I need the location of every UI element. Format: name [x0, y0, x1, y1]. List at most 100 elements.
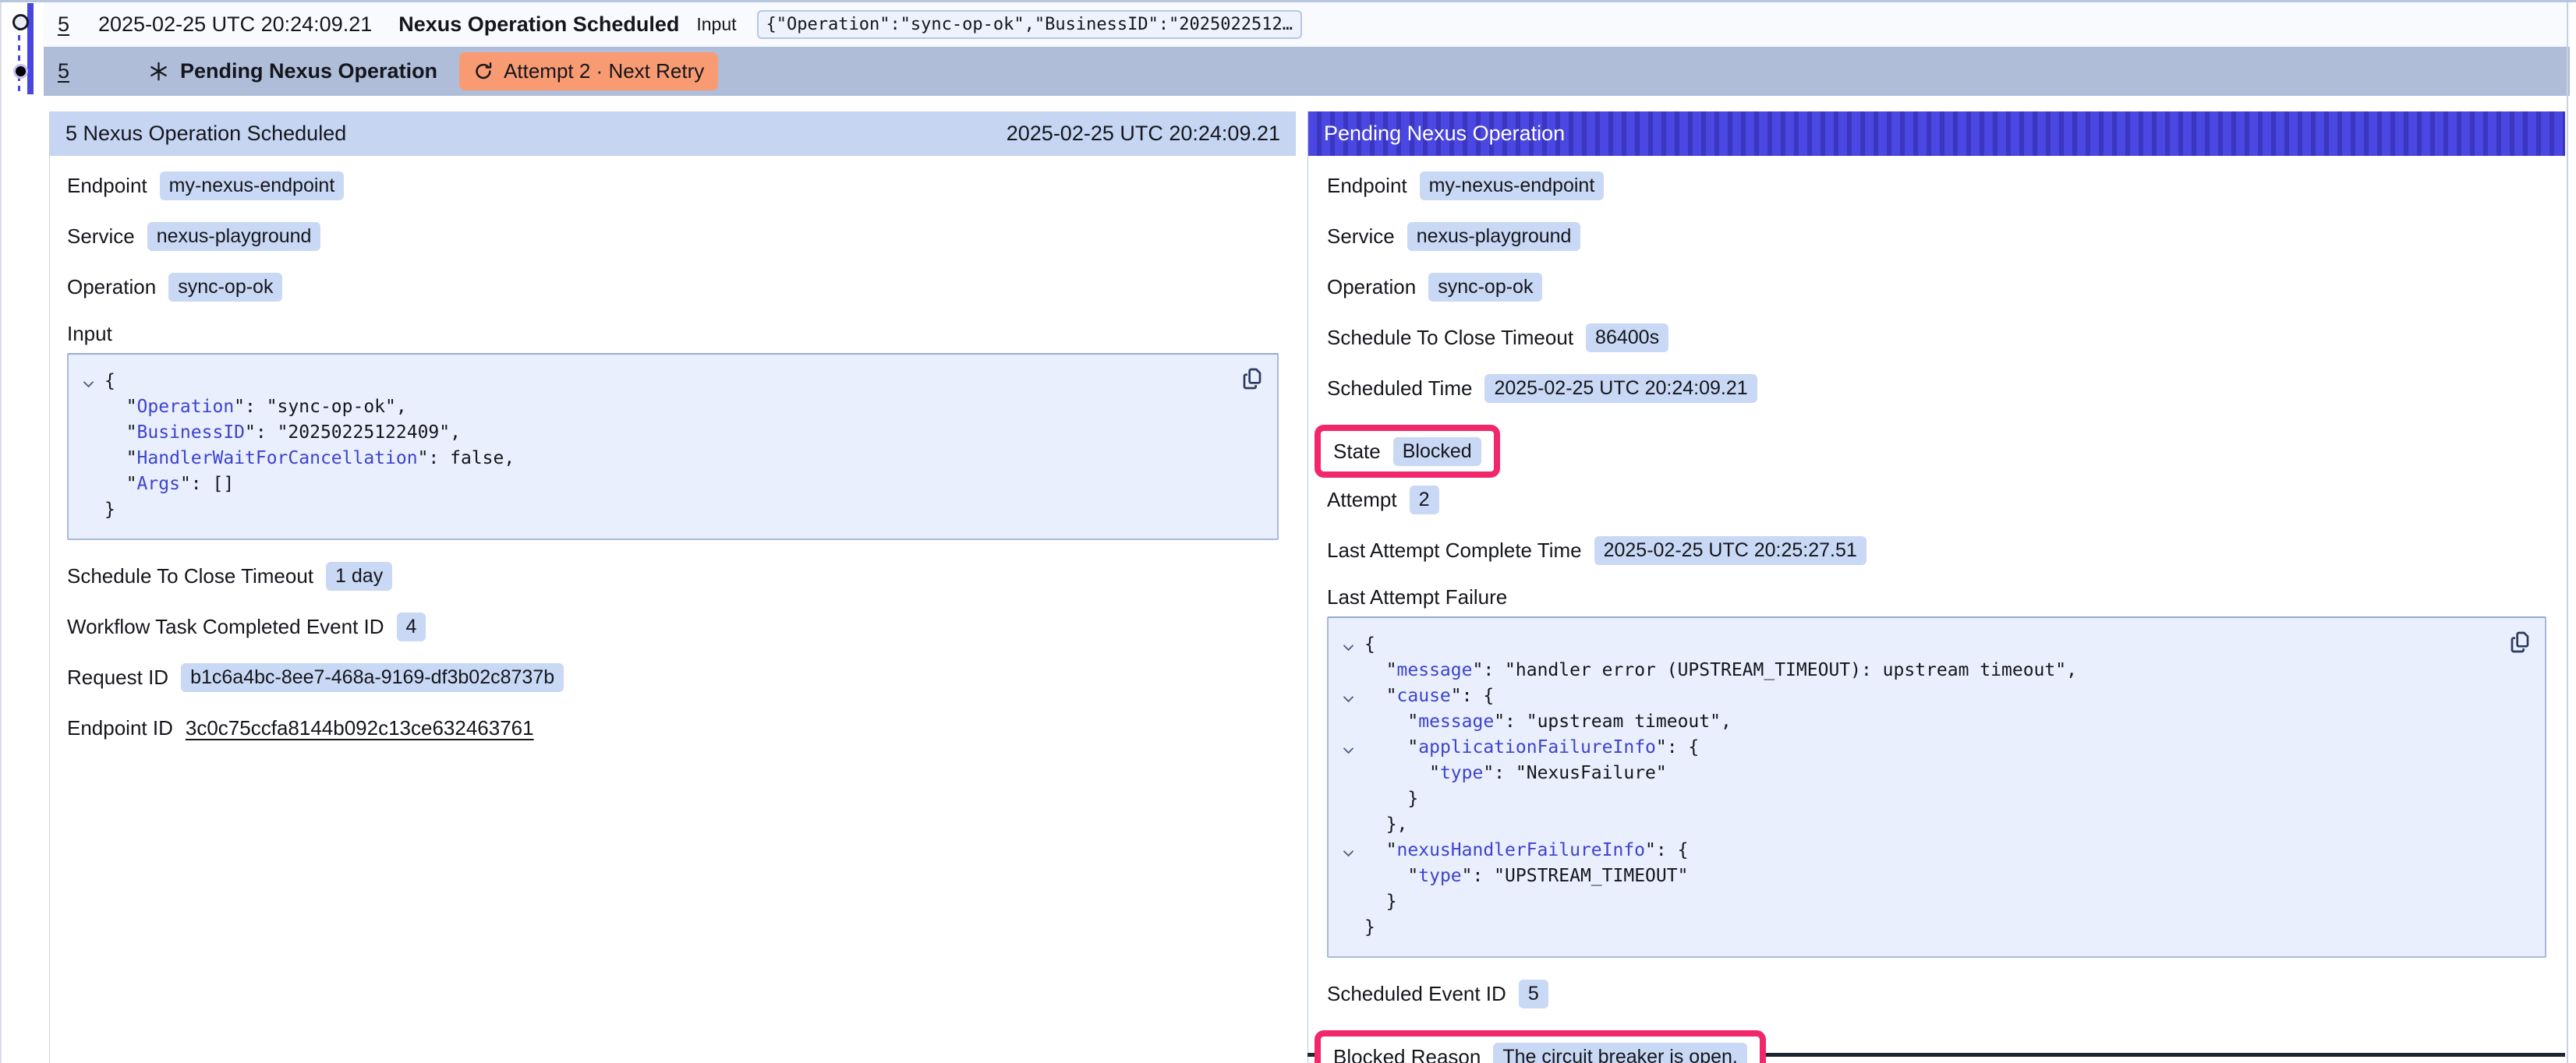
selected-event-indicator-bar [27, 3, 34, 94]
viewport-left-border [0, 2, 2, 1063]
state-label: State [1333, 440, 1381, 464]
timeline-node-open-icon [12, 14, 29, 30]
blocked-reason-field: Blocked Reason The circuit breaker is op… [1333, 1041, 1747, 1063]
event-panel-header: 5 Nexus Operation Scheduled 2025-02-25 U… [50, 111, 1296, 156]
json-code-line: } [1364, 915, 2526, 941]
json-code-line: } [104, 497, 1258, 523]
field-row: Endpoint my-nexus-endpoint [1327, 170, 2546, 201]
field-value-chip: 2025-02-25 UTC 20:24:09.21 [1484, 374, 1757, 403]
viewport-right-border [2567, 2, 2568, 1063]
json-code-line: "message": "handler error (UPSTREAM_TIME… [1364, 658, 2526, 683]
json-code-line: }, [1364, 812, 2526, 838]
retry-icon [473, 61, 494, 82]
state-value-chip: Blocked [1393, 437, 1481, 466]
json-code-line: "Operation": "sync-op-ok", [104, 394, 1258, 420]
field-value-chip: 1 day [326, 562, 392, 591]
event-panel-title: 5 Nexus Operation Scheduled [65, 122, 346, 146]
field-row: Scheduled Time2025-02-25 UTC 20:24:09.21 [1327, 373, 2546, 404]
field-label: Endpoint ID [67, 716, 173, 740]
event-name: Nexus Operation Scheduled [398, 12, 679, 37]
field-label: Attempt [1327, 488, 1397, 512]
input-preview-chip[interactable]: {"Operation":"sync-op-ok","BusinessID":"… [757, 10, 1303, 39]
event-timestamp: 2025-02-25 UTC 20:24:09.21 [98, 12, 372, 37]
json-code-line: { [1364, 632, 2526, 658]
field-value-chip: my-nexus-endpoint [160, 171, 345, 200]
json-code-line: { [104, 369, 1258, 394]
field-label: Last Attempt Complete Time [1327, 539, 1582, 563]
failure-json-viewer: { "message": "handler error (UPSTREAM_TI… [1327, 616, 2546, 958]
event-id-link[interactable]: 5 [58, 12, 73, 37]
blocked-reason-highlight-box: Blocked Reason The circuit breaker is op… [1315, 1030, 1766, 1063]
pending-asterisk-icon [148, 61, 169, 82]
field-label: Endpoint [1327, 174, 1407, 198]
json-code-line: "cause": { [1364, 683, 2526, 709]
json-code-line: "type": "NexusFailure" [1364, 761, 2526, 786]
event-detail-panel: 5 Nexus Operation Scheduled 2025-02-25 U… [49, 111, 1296, 1063]
field-value-chip: nexus-playground [1407, 222, 1581, 251]
state-field: State Blocked [1333, 436, 1481, 467]
field-value-chip: sync-op-ok [168, 273, 282, 302]
json-code-line: } [1364, 889, 2526, 915]
retry-badge-label: Attempt 2 · Next Retry [504, 59, 704, 83]
field-value-chip: sync-op-ok [1428, 273, 1542, 302]
pending-panel-header: Pending Nexus Operation [1308, 111, 2565, 156]
field-row: Endpoint my-nexus-endpoint [67, 170, 1279, 201]
field-label: Operation [1327, 275, 1416, 299]
json-code-line: "message": "upstream timeout", [1364, 709, 2526, 735]
field-row: Schedule To Close Timeout 86400s [1327, 322, 2546, 353]
field-label: Service [67, 224, 135, 249]
collapse-chevron-icon[interactable] [1344, 847, 1353, 856]
retry-status-badge: Attempt 2 · Next Retry [459, 52, 718, 90]
field-label: Operation [67, 275, 156, 299]
history-row-pending-operation[interactable]: 5 Pending Nexus Operation Attempt 2 · Ne… [44, 47, 2570, 96]
temporal-event-history-view: 5 2025-02-25 UTC 20:24:09.21 Nexus Opera… [0, 0, 2576, 1063]
blocked-reason-label: Blocked Reason [1333, 1045, 1481, 1063]
field-label: Request ID [67, 666, 168, 690]
field-value-chip: 4 [397, 613, 426, 641]
field-value-chip: 86400s [1586, 323, 1668, 352]
field-row: Last Attempt Complete Time 2025-02-25 UTC… [1327, 535, 2546, 566]
field-value-chip: b1c6a4bc-8ee7-468a-9169-df3b02c8737b [181, 663, 564, 692]
collapse-chevron-icon[interactable] [1344, 693, 1353, 701]
field-row: Service nexus-playground [1327, 221, 2546, 252]
field-row: Service nexus-playground [67, 221, 1279, 252]
blocked-reason-chip: The circuit breaker is open. [1493, 1043, 1747, 1063]
event-detail-label: Input [696, 14, 736, 35]
field-row: Schedule To Close Timeout 1 day [67, 560, 1279, 592]
state-highlight-box: State Blocked [1315, 425, 1500, 478]
field-label: Service [1327, 224, 1395, 249]
field-value-link[interactable]: 3c0c75ccfa8144b092c13ce632463761 [186, 716, 534, 740]
input-section-label: Input [67, 322, 1279, 347]
field-row: Operation sync-op-ok [1327, 271, 2546, 302]
collapse-chevron-icon[interactable] [1344, 744, 1353, 753]
field-value-chip: 2025-02-25 UTC 20:25:27.51 [1594, 536, 1867, 565]
field-row: Endpoint ID 3c0c75ccfa8144b092c13ce632463… [67, 712, 1279, 743]
json-code-line: "Args": [] [104, 471, 1258, 497]
field-label: Schedule To Close Timeout [67, 564, 313, 588]
scheduled-event-id-label: Scheduled Event ID [1327, 982, 1506, 1006]
json-code-line: "HandlerWaitForCancellation": false, [104, 446, 1258, 471]
history-row-event[interactable]: 5 2025-02-25 UTC 20:24:09.21 Nexus Opera… [44, 2, 2570, 47]
json-code-line: "nexusHandlerFailureInfo": { [1364, 838, 2526, 863]
scheduled-event-id-chip: 5 [1519, 980, 1548, 1008]
scheduled-event-id-field: Scheduled Event ID 5 [1327, 978, 2546, 1009]
field-label: Workflow Task Completed Event ID [67, 615, 384, 639]
field-value-chip: my-nexus-endpoint [1420, 171, 1605, 200]
field-value-chip: 2 [1410, 486, 1439, 514]
timeline-node-current-icon [13, 64, 28, 79]
field-value-chip: nexus-playground [147, 222, 321, 251]
json-code-line: "BusinessID": "20250225122409", [104, 420, 1258, 446]
input-json-viewer: { "Operation": "sync-op-ok", "BusinessID… [67, 353, 1279, 540]
collapse-chevron-icon[interactable] [84, 378, 93, 387]
field-label: Endpoint [67, 174, 147, 198]
field-label: Schedule To Close Timeout [1327, 326, 1573, 350]
json-code-line: } [1364, 786, 2526, 812]
field-row: Attempt 2 [1327, 484, 2546, 515]
field-row: Operation sync-op-ok [67, 271, 1279, 302]
pending-id-link[interactable]: 5 [58, 59, 73, 83]
field-row: Request ID b1c6a4bc-8ee7-468a-9169-df3b02… [67, 662, 1279, 693]
collapse-chevron-icon[interactable] [1344, 641, 1353, 650]
failure-section-label: Last Attempt Failure [1327, 585, 2546, 610]
event-panel-timestamp: 2025-02-25 UTC 20:24:09.21 [1007, 122, 1280, 146]
json-code-line: "type": "UPSTREAM_TIMEOUT" [1364, 863, 2526, 889]
